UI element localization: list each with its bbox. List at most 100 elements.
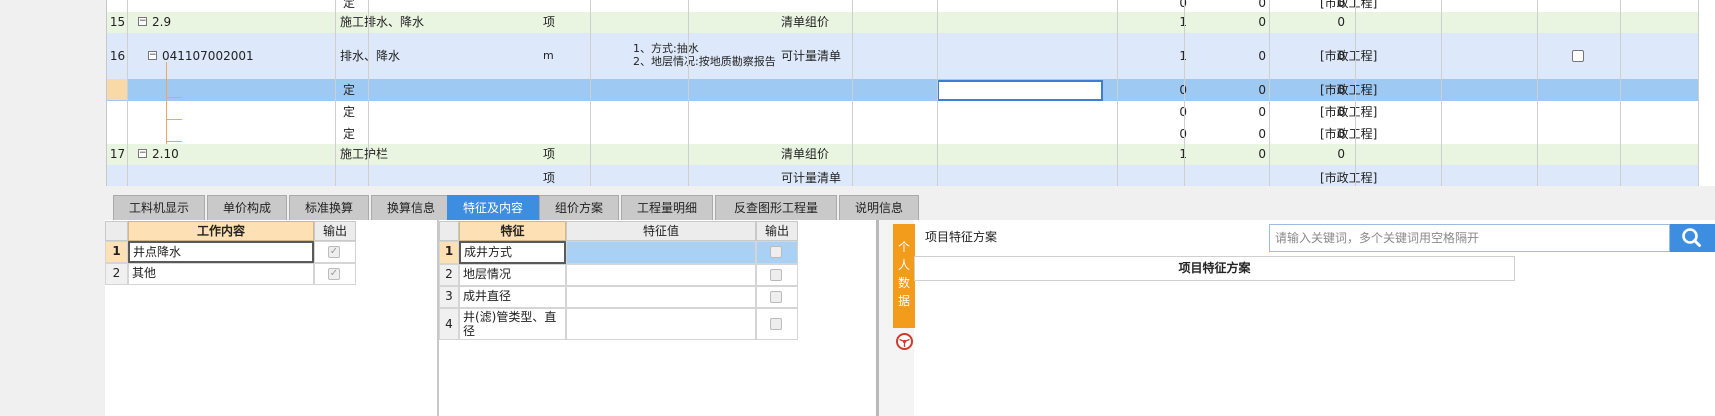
detail-tab-bar: 工料机显示 单价构成 标准换算 换算信息 特征及内容 组价方案 工程量明细 反查… (105, 193, 1715, 220)
left-gutter-lower (0, 186, 105, 416)
tab-labor-material-machine[interactable]: 工料机显示 (113, 195, 205, 220)
table-row[interactable]: 15 − 2.9 施工排水、降水 项 清单组价 1 0 0 (107, 12, 1698, 34)
feature-value-cell[interactable] (566, 286, 756, 308)
splitter[interactable] (0, 186, 1715, 193)
search-button[interactable] (1670, 224, 1715, 252)
row-number: 3 (439, 286, 459, 308)
row-feature-line2: 2、地层情况:按地质勘察报告 (633, 55, 776, 68)
collapse-icon[interactable]: − (138, 17, 147, 26)
row-number-header (439, 221, 459, 241)
row-unit: m (543, 49, 554, 62)
feature-cell[interactable]: 成井直径 (459, 286, 566, 308)
work-content-cell[interactable]: 井点降水 (128, 241, 314, 263)
output-header: 输出 (314, 221, 356, 241)
output-header: 输出 (756, 221, 798, 241)
row-number: 4 (439, 308, 459, 340)
search-icon (1682, 228, 1701, 247)
row-name: 排水、降水 (340, 49, 401, 63)
row-code: 041107002001 (162, 49, 254, 63)
row-qty: 0 (1117, 127, 1187, 141)
row-number-header (105, 221, 128, 241)
output-cell (756, 264, 798, 286)
side-tab-char: 人 (897, 258, 910, 272)
tab-unit-price[interactable]: 单价构成 (207, 195, 287, 220)
collapse-icon[interactable]: − (148, 51, 157, 60)
tree-line (166, 141, 182, 142)
output-checkbox[interactable]: ✓ (328, 268, 340, 280)
output-cell (756, 308, 798, 340)
feature-cell[interactable]: 井(滤)管类型、直 径 (459, 308, 566, 340)
output-cell (756, 286, 798, 308)
column-divider (688, 0, 689, 186)
row-name: 施工护栏 (340, 147, 389, 161)
tab-features-content[interactable]: 特征及内容 (447, 195, 539, 220)
column-divider (1698, 0, 1699, 186)
output-checkbox[interactable]: ✓ (328, 246, 340, 258)
row-qty: 1 (1117, 49, 1187, 63)
row-code: 2.9 (152, 15, 172, 29)
table-row[interactable]: 17 − 2.10 施工护栏 项 清单组价 1 0 0 (107, 144, 1698, 166)
table-row[interactable]: 定 0 0 0 [市政工程] (107, 101, 1698, 124)
column-divider (852, 0, 853, 186)
output-checkbox[interactable] (770, 246, 782, 258)
table-row[interactable]: 项 可计量清单 [市政工程] (107, 165, 1698, 186)
work-content-header: 工作内容 (128, 221, 314, 241)
row-qty: 0 (1117, 83, 1187, 97)
row-unit: 项 (543, 15, 556, 29)
tab-notes[interactable]: 说明信息 (839, 195, 919, 220)
table-row[interactable]: 定 0 0 0 [市政工程] (107, 79, 1698, 102)
tab-standard-conversion[interactable]: 标准换算 (289, 195, 369, 220)
column-divider (1441, 0, 1442, 186)
feature-value-cell[interactable] (566, 308, 756, 340)
row-value: 0 (1258, 49, 1266, 63)
tab-pricing-scheme[interactable]: 组价方案 (539, 195, 619, 220)
feature-cell[interactable]: 成井方式 (459, 241, 566, 264)
scheme-table-header: 项目特征方案 (914, 256, 1515, 281)
feature-cell[interactable]: 地层情况 (459, 264, 566, 286)
bill-of-quantities-grid: 定 0 0 0 [市政工程] 15 − 2.9 施工排水、降水 项 清单组价 1… (0, 0, 1715, 186)
row-name: 施工排水、降水 (340, 15, 425, 29)
feature-panel: 特征 特征值 输出 1 成井方式 2 地层情况 3 成井直径 4 井(滤)管类型… (439, 220, 876, 416)
column-divider (937, 0, 938, 186)
row-value: 0 (1258, 147, 1266, 161)
work-content-cell[interactable]: 其他 (128, 263, 314, 285)
row-number: 16 (109, 49, 126, 63)
row-profession: [市政工程] (1320, 105, 1378, 119)
column-divider (1117, 0, 1118, 186)
feature-value-cell[interactable] (566, 264, 756, 286)
output-cell (756, 241, 798, 264)
output-checkbox[interactable] (770, 291, 782, 303)
table-row[interactable]: 16 − 041107002001 排水、降水 m 1、方式:抽水 2、地层情况… (107, 33, 1698, 80)
feature-value-cell[interactable] (566, 241, 756, 264)
output-checkbox[interactable] (770, 269, 782, 281)
table-row[interactable]: 定 0 0 0 [市政工程] (107, 123, 1698, 145)
steering-wheel-icon[interactable] (896, 333, 913, 350)
tree-line (166, 97, 182, 98)
row-checkbox[interactable] (1572, 50, 1584, 62)
row-category: 可计量清单 (781, 171, 842, 185)
gutter-divider (106, 0, 107, 186)
work-content-panel: 工作内容 输出 1 井点降水 ✓ 2 其他 ✓ (105, 220, 437, 416)
left-gutter (0, 0, 107, 186)
side-tab-char: 据 (897, 294, 910, 308)
row-profession: [市政工程] (1320, 171, 1378, 185)
tab-quantity-detail[interactable]: 工程量明细 (621, 195, 713, 220)
cell-editor[interactable] (937, 80, 1103, 101)
row-value: 0 (1337, 147, 1345, 161)
column-divider (368, 0, 369, 186)
feature-header: 特征 (459, 221, 566, 241)
output-cell: ✓ (314, 241, 356, 263)
column-divider (335, 0, 336, 186)
column-divider (127, 0, 128, 186)
output-checkbox[interactable] (770, 318, 782, 330)
scheme-title: 项目特征方案 (925, 230, 998, 244)
column-divider (1184, 0, 1185, 186)
search-input[interactable]: 请输入关键词，多个关键词用空格隔开 (1269, 224, 1670, 252)
row-profession: [市政工程] (1320, 127, 1378, 141)
tab-reverse-check-quantity[interactable]: 反查图形工程量 (715, 195, 837, 220)
row-qty: 0 (1117, 105, 1187, 119)
tab-conversion-info[interactable]: 换算信息 (371, 195, 451, 220)
collapse-icon[interactable]: − (138, 149, 147, 158)
personal-data-tab[interactable]: 个 人 数 据 (893, 224, 915, 328)
feature-line2: 径 (463, 324, 476, 338)
